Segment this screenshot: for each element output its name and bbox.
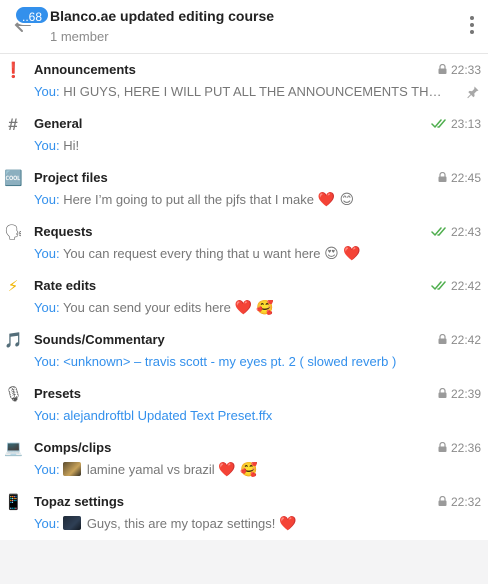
pin-icon: [467, 86, 479, 99]
phone-icon: 📱: [4, 494, 23, 511]
topic-time: 22:43: [450, 225, 481, 239]
message-preview: You: HI GUYS, HERE I WILL PUT ALL THE AN…: [34, 84, 448, 99]
message-emoji: ❤️: [279, 516, 297, 532]
sender-label: You:: [34, 408, 60, 423]
lock-icon: [438, 388, 447, 398]
laptop-icon: 💻: [4, 440, 23, 457]
sender-label: You:: [34, 192, 60, 207]
message-text: Hi!: [63, 138, 80, 153]
hash-icon: #: [8, 115, 18, 134]
speaking-head-icon: 🗣: [4, 224, 24, 241]
lock-icon: [438, 334, 447, 344]
more-options-icon[interactable]: [468, 16, 476, 36]
topic-row[interactable]: 📱 Topaz settings 22:32 You: Guys, this are …: [0, 486, 488, 540]
chat-header: ..68 Blanco.ae updated editing course 1 …: [0, 0, 488, 54]
message-text[interactable]: alejandroftbl Updated Text Preset.ffx: [63, 408, 272, 423]
topic-time: 22:45: [450, 171, 481, 185]
message-preview: You: Guys, this are my topaz settings! ❤…: [34, 516, 448, 532]
message-preview: You: You can request every thing that u …: [34, 246, 448, 262]
unread-badge: ..68: [14, 5, 51, 25]
topic-name: Topaz settings: [34, 494, 125, 509]
topic-row[interactable]: 🗣 Requests 22:43 You: You can request every…: [0, 216, 488, 270]
topic-name: Rate edits: [34, 278, 97, 293]
message-text: HI GUYS, HERE I WILL PUT ALL THE ANNOUNC…: [63, 84, 448, 99]
message-text: You can send your edits here: [62, 300, 231, 315]
topic-row[interactable]: # General 23:13 You: Hi!: [0, 108, 488, 162]
topic-time: 23:13: [450, 117, 481, 131]
topic-row[interactable]: 🎵 Sounds/Commentary 22:42 You: <unknown> – …: [0, 324, 488, 378]
topic-time: 22:32: [450, 495, 481, 509]
page-title[interactable]: Blanco.ae updated editing course: [50, 8, 274, 24]
lock-icon: [438, 172, 447, 182]
music-note-icon: 🎵: [4, 332, 23, 349]
topic-row[interactable]: 🆒 Project files 22:45 You: Here I’m going t…: [0, 162, 488, 216]
lock-icon: [438, 496, 447, 506]
double-check-icon: [431, 281, 446, 290]
topic-time: 22:33: [450, 63, 481, 77]
message-emoji: ❤️ 🥰: [218, 462, 258, 478]
topic-name: Project files: [34, 170, 108, 185]
message-preview: You: alejandroftbl Updated Text Preset.f…: [34, 408, 448, 423]
message-text: lamine yamal vs brazil: [86, 462, 215, 477]
topic-row[interactable]: 💻 Comps/clips 22:36 You: lamine yamal vs br…: [0, 432, 488, 486]
sender-label: You:: [34, 354, 60, 369]
message-emoji: ❤️ 🥰: [234, 300, 274, 316]
double-check-icon: [431, 227, 446, 236]
exclamation-icon: ❗: [4, 62, 23, 79]
message-preview: You: You can send your edits here ❤️ 🥰: [34, 300, 448, 316]
topic-row[interactable]: 🎙 Presets 22:39 You: alejandroftbl Updated …: [0, 378, 488, 432]
topic-row[interactable]: ⚡ Rate edits 22:42 You: You can send your e…: [0, 270, 488, 324]
lock-icon: [438, 442, 447, 452]
media-thumbnail: [63, 516, 82, 530]
media-thumbnail: [63, 462, 82, 476]
sender-label: You:: [34, 246, 60, 261]
sender-label: You:: [34, 462, 60, 477]
cool-icon: 🆒: [4, 170, 23, 187]
message-preview: You: Here I’m going to put all the pjfs …: [34, 192, 448, 208]
topic-name: Requests: [34, 224, 93, 239]
double-check-icon: [431, 119, 446, 128]
topic-row[interactable]: ❗ Announcements 22:33 You: HI GUYS, HERE I …: [0, 54, 488, 108]
topic-name: Comps/clips: [34, 440, 112, 455]
lightning-icon: ⚡: [7, 278, 19, 295]
message-text: You can request every thing that u want …: [62, 246, 321, 261]
message-emoji: ❤️ 😊: [317, 192, 355, 208]
topic-time: 22:36: [450, 441, 481, 455]
lock-icon: [438, 64, 447, 74]
topic-name: General: [34, 116, 83, 131]
member-count: 1 member: [50, 29, 109, 44]
sender-label: You:: [34, 84, 60, 99]
message-preview: You: lamine yamal vs brazil ❤️ 🥰: [34, 462, 448, 478]
topic-name: Announcements: [34, 62, 136, 77]
message-preview: You: <unknown> – travis scott - my eyes …: [34, 354, 448, 369]
message-text: Guys, this are my topaz settings!: [86, 516, 276, 531]
topic-time: 22:39: [450, 387, 481, 401]
microphone-icon: 🎙: [4, 386, 24, 403]
topic-list: ❗ Announcements 22:33 You: HI GUYS, HERE I …: [0, 54, 488, 540]
message-preview: You: Hi!: [34, 138, 448, 153]
topic-time: 22:42: [450, 279, 481, 293]
topic-name: Presets: [34, 386, 81, 401]
message-text: Here I’m going to put all the pjfs that …: [63, 192, 314, 207]
topic-time: 22:42: [450, 333, 481, 347]
message-text[interactable]: <unknown> – travis scott - my eyes pt. 2…: [63, 354, 396, 369]
message-emoji: 😍 ❤️: [324, 246, 361, 262]
topic-name: Sounds/Commentary: [34, 332, 165, 347]
sender-label: You:: [34, 300, 60, 315]
sender-label: You:: [34, 138, 60, 153]
sender-label: You:: [34, 516, 60, 531]
